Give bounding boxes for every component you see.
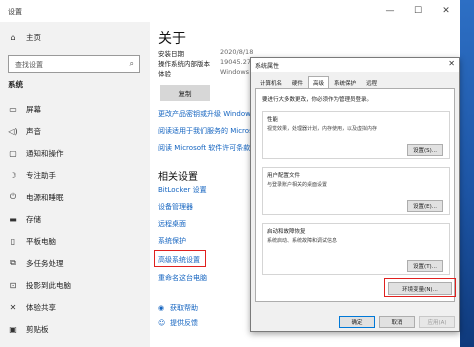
sidebar-item-sound[interactable]: ◁) 声音 [0,120,150,142]
help-label: 获取帮助 [170,304,198,312]
advanced-tab-panel: 要进行大多数更改，你必须作为管理员登录。 性能 视觉效果，处理器计划，内存使用，… [255,88,456,302]
sidebar-item-label: 屏幕 [26,104,41,114]
sidebar-item-power[interactable]: ⏻ 电源和睡眠 [0,186,150,208]
sidebar-item-focus-assist[interactable]: ☽ 专注助手 [0,164,150,186]
page-title: 关于 [158,31,186,47]
maximize-button[interactable]: ☐ [404,0,432,22]
sidebar-item-label: 多任务处理 [26,258,64,268]
spec-label: 体验 [158,70,171,78]
link-rename-pc[interactable]: 重命名这台电脑 [158,273,207,283]
sidebar-item-clipboard[interactable]: ▣ 剪贴板 [0,318,150,340]
user-profiles-group: 用户配置文件 与登录账户相关的桌面设置 设置(E)... [262,167,450,215]
tab-advanced[interactable]: 高级 [308,76,330,88]
copy-button[interactable]: 复制 [160,85,210,101]
group-title: 性能 [267,117,279,123]
project-icon: ⊡ [9,280,17,290]
search-icon: ⌕ [129,59,134,68]
spec-value: Windows [220,68,250,76]
desktop-background [460,0,474,347]
feedback-label: 提供反馈 [170,319,198,327]
group-title: 用户配置文件 [267,173,301,179]
speaker-icon: ◁) [8,126,18,136]
highlight-environment-variables [384,278,456,297]
link-services-agreement[interactable]: 阅读适用于我们服务的 Microsoft [158,126,262,136]
sidebar-item-notifications[interactable]: ▢ 通知和操作 [0,142,150,164]
power-icon: ⏻ [9,192,17,201]
tablet-icon: ▯ [10,236,16,246]
search-input[interactable]: 查找设置 ⌕ [8,55,140,73]
group-description: 系统启动、系统故障和调试信息 [267,238,338,244]
tab-computer-name[interactable]: 计算机名 [255,76,287,88]
group-description: 与登录账户相关的桌面设置 [267,182,328,188]
sidebar-item-label: 主页 [26,32,41,42]
group-title: 启动和故障恢复 [267,229,306,235]
get-help-link[interactable]: ◉ 获取帮助 [158,303,198,313]
sidebar-item-home[interactable]: ⌂ 主页 [0,26,150,48]
sidebar-item-label: 存储 [26,214,41,224]
group-description: 视觉效果，处理器计划，内存使用，以及虚拟内存 [267,126,378,132]
sidebar-item-project[interactable]: ⊡ 投影到此电脑 [0,274,150,296]
share-icon: ✕ [9,302,17,312]
moon-icon: ☽ [9,170,17,180]
window-title: 设置 [8,8,22,16]
sidebar-item-label: 通知和操作 [26,148,64,158]
related-settings-heading: 相关设置 [158,172,198,183]
sidebar-item-tablet[interactable]: ▯ 平板电脑 [0,230,150,252]
ok-button[interactable]: 确定 [339,316,375,328]
sidebar-item-label: 体验共享 [26,302,56,312]
spec-value: 2020/8/18 [220,48,254,56]
sidebar-item-label: 电源和睡眠 [26,192,64,202]
link-system-protection[interactable]: 系统保护 [158,236,186,246]
link-device-manager[interactable]: 设备管理器 [158,202,193,212]
title-bar: 设置 — ☐ ✕ [0,0,460,22]
dialog-title: 系统属性 [255,63,280,70]
startup-recovery-settings-button[interactable]: 设置(T)... [407,260,443,272]
link-remote-desktop[interactable]: 远程桌面 [158,219,186,229]
sidebar-item-label: 剪贴板 [26,324,49,334]
sidebar-item-display[interactable]: ▭ 屏幕 [0,98,150,120]
close-button[interactable]: ✕ [432,0,460,22]
system-properties-dialog: 系统属性 ✕ 计算机名 硬件 高级 系统保护 远程 要进行大多数更改，你必须作为… [250,57,460,332]
give-feedback-link[interactable]: ☺ 提供反馈 [158,318,198,328]
link-license-terms[interactable]: 阅读 Microsoft 软件许可条款 [158,143,250,153]
sidebar-item-multitasking[interactable]: ⧉ 多任务处理 [0,252,150,274]
apply-button[interactable]: 应用(A) [419,316,455,328]
admin-note: 要进行大多数更改，你必须作为管理员登录。 [262,97,373,103]
notification-icon: ▢ [9,148,17,158]
section-heading-system: 系统 [8,80,23,89]
dialog-tabs: 计算机名 硬件 高级 系统保护 远程 [255,76,382,88]
performance-group: 性能 视觉效果，处理器计划，内存使用，以及虚拟内存 设置(S)... [262,111,450,159]
sidebar-item-label: 投影到此电脑 [26,280,71,290]
dialog-title-bar: 系统属性 ✕ [251,58,459,72]
user-profiles-settings-button[interactable]: 设置(E)... [407,200,443,212]
help-icon: ◉ [158,304,165,312]
spec-label: 操作系统内部版本 [158,60,210,68]
sidebar-item-storage[interactable]: ▬ 存储 [0,208,150,230]
sidebar-item-label: 专注助手 [26,170,56,180]
startup-recovery-group: 启动和故障恢复 系统启动、系统故障和调试信息 设置(T)... [262,223,450,275]
cancel-button[interactable]: 取消 [379,316,415,328]
sidebar-item-label: 声音 [26,126,41,136]
tab-system-protection[interactable]: 系统保护 [329,76,361,88]
dialog-close-button[interactable]: ✕ [448,59,455,68]
link-change-product-key[interactable]: 更改产品密钥或升级 Windows [158,109,254,119]
home-icon: ⌂ [10,32,16,42]
multitask-icon: ⧉ [10,258,16,267]
sidebar-item-shared[interactable]: ✕ 体验共享 [0,296,150,318]
feedback-icon: ☺ [158,319,166,327]
spec-label: 安装日期 [158,50,184,58]
tab-hardware[interactable]: 硬件 [287,76,308,88]
sidebar-item-label: 平板电脑 [26,236,56,246]
search-placeholder: 查找设置 [15,61,43,69]
performance-settings-button[interactable]: 设置(S)... [407,144,443,156]
monitor-icon: ▭ [9,104,17,114]
highlight-advanced-settings [154,250,206,267]
sidebar: ⌂ 主页 查找设置 ⌕ 系统 ▭ 屏幕 ◁) 声音 ▢ 通知和操作 ☽ 专注助手… [0,22,150,347]
link-bitlocker[interactable]: BitLocker 设置 [158,185,207,195]
clipboard-icon: ▣ [9,324,17,334]
storage-icon: ▬ [9,214,17,224]
minimize-button[interactable]: — [376,0,404,22]
tab-remote[interactable]: 远程 [361,76,382,88]
